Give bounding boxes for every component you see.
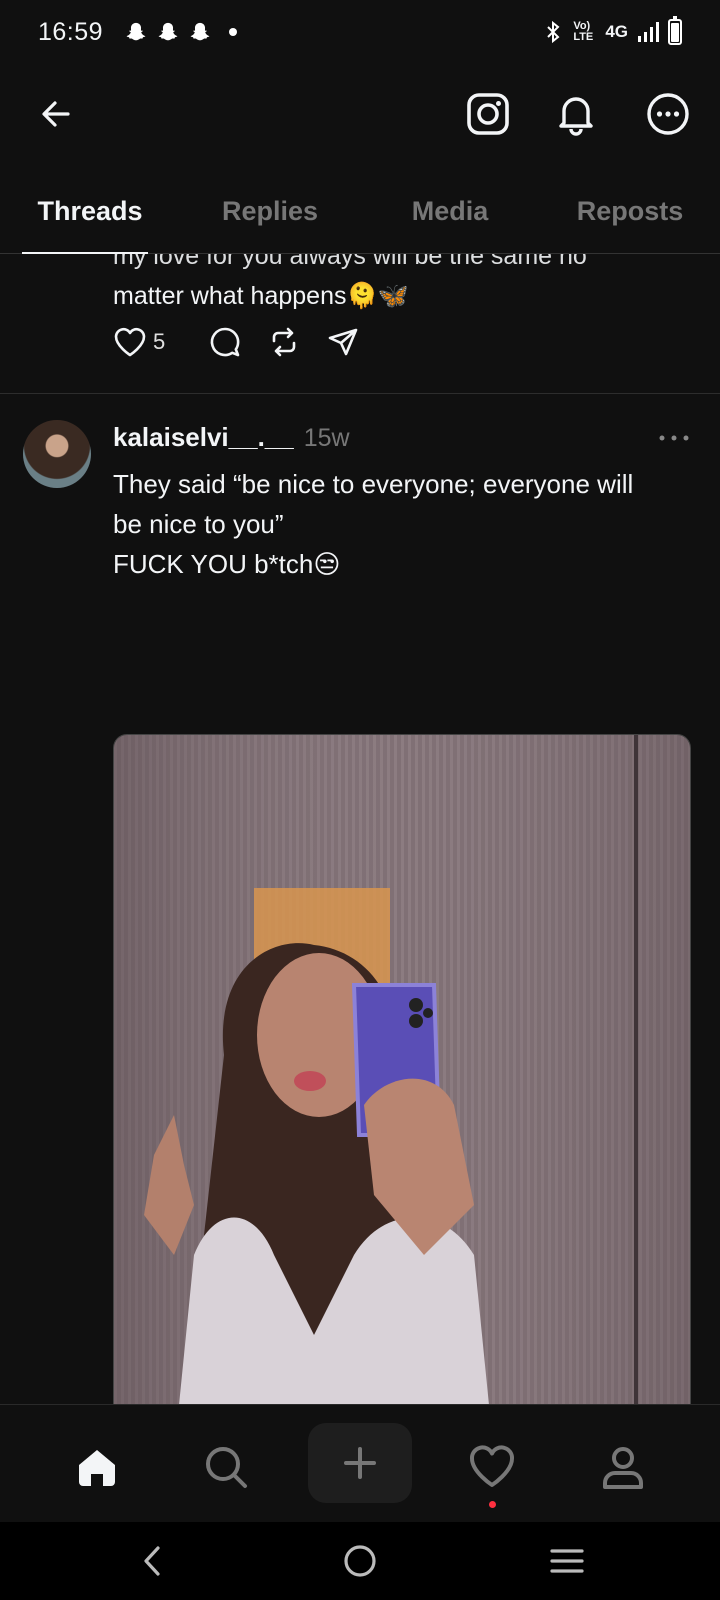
post-text-line: They said “be nice to everyone; everyone… [113, 469, 634, 499]
send-icon [328, 328, 358, 356]
tab-reposts[interactable]: Reposts [540, 178, 720, 253]
search-icon [206, 1447, 247, 1488]
snapchat-icon [126, 22, 146, 41]
bottom-navigation [0, 1404, 720, 1522]
snapchat-icon [190, 22, 210, 41]
like-count: 5 [153, 329, 166, 354]
back-button[interactable] [32, 90, 80, 138]
more-options-button[interactable] [644, 90, 692, 138]
tab-threads[interactable]: Threads [0, 178, 180, 254]
bell-icon [559, 97, 593, 136]
tab-replies[interactable]: Replies [180, 178, 360, 253]
post-text: They said “be nice to everyone; everyone… [113, 464, 693, 584]
back-icon [144, 1546, 160, 1576]
avatar[interactable] [23, 420, 91, 488]
post-time: 15w [303, 424, 350, 452]
menu-icon [550, 1549, 584, 1573]
system-menu-button[interactable] [542, 1536, 592, 1586]
nav-home[interactable] [57, 1427, 137, 1507]
activity-badge-dot [489, 1501, 496, 1508]
post-text: my love for you always will be the same … [113, 254, 693, 316]
instagram-button[interactable] [464, 90, 512, 138]
profile-icon [603, 1447, 643, 1489]
author-name[interactable]: kalaiselvi__.__ [113, 422, 294, 453]
nav-profile[interactable] [583, 1427, 663, 1507]
post-text-line: matter what happens🫠🦋 [113, 282, 409, 310]
home-circle-icon [344, 1545, 376, 1577]
post-author: kalaiselvi__.__ 15w [113, 422, 350, 453]
bluetooth-icon [547, 20, 560, 44]
comment-icon [210, 327, 240, 357]
system-back-button[interactable] [128, 1536, 178, 1586]
post-text-line: FUCK YOU b*tch😒 [113, 549, 341, 579]
notification-icons [125, 21, 238, 43]
notifications-button[interactable] [552, 90, 600, 138]
instagram-icon [467, 93, 509, 135]
mirror-selfie-photo [114, 735, 690, 1404]
post-more-button[interactable] [658, 430, 690, 448]
more-notifications-dot [229, 28, 238, 36]
system-navigation [0, 1522, 720, 1600]
heart-icon [114, 327, 146, 357]
volte-label: Vo) LTE [573, 20, 594, 43]
repost-button[interactable] [267, 326, 301, 358]
battery-icon [668, 16, 682, 45]
threads-feed[interactable]: my love for you always will be the same … [0, 254, 720, 1404]
thread-post[interactable]: kalaiselvi__.__ 15w They said “be nice t… [0, 394, 720, 1404]
share-button[interactable] [327, 326, 359, 358]
snapchat-icon [158, 22, 178, 41]
app-header [0, 74, 720, 154]
post-image[interactable] [113, 734, 691, 1404]
like-button[interactable]: 5 [113, 326, 165, 358]
post-text-line: my love for you always will be the same … [113, 254, 587, 270]
create-icon [344, 1447, 376, 1479]
nav-activity[interactable] [452, 1427, 532, 1507]
post-text-line: be nice to you” [113, 509, 284, 539]
tab-media[interactable]: Media [360, 178, 540, 253]
heart-icon [470, 1445, 514, 1487]
status-time: 16:59 [38, 17, 104, 46]
system-status-icons: Vo) LTE 4G [543, 16, 682, 45]
nav-search[interactable] [186, 1427, 266, 1507]
home-icon [79, 1450, 115, 1486]
status-bar: 16:59 Vo) LTE 4G [0, 0, 720, 64]
repost-icon [272, 327, 296, 357]
network-label: 4G [605, 22, 628, 41]
system-home-button[interactable] [335, 1536, 385, 1586]
thread-post[interactable]: my love for you always will be the same … [0, 254, 720, 394]
profile-tabs: Threads Replies Media Reposts [0, 178, 720, 254]
more-icon [647, 93, 689, 135]
post-actions: 5 [113, 326, 385, 358]
reply-button[interactable] [209, 326, 241, 358]
nav-create[interactable] [308, 1423, 412, 1503]
more-dots-icon [659, 435, 689, 441]
arrow-left-icon [42, 101, 70, 127]
signal-icon [638, 22, 659, 42]
